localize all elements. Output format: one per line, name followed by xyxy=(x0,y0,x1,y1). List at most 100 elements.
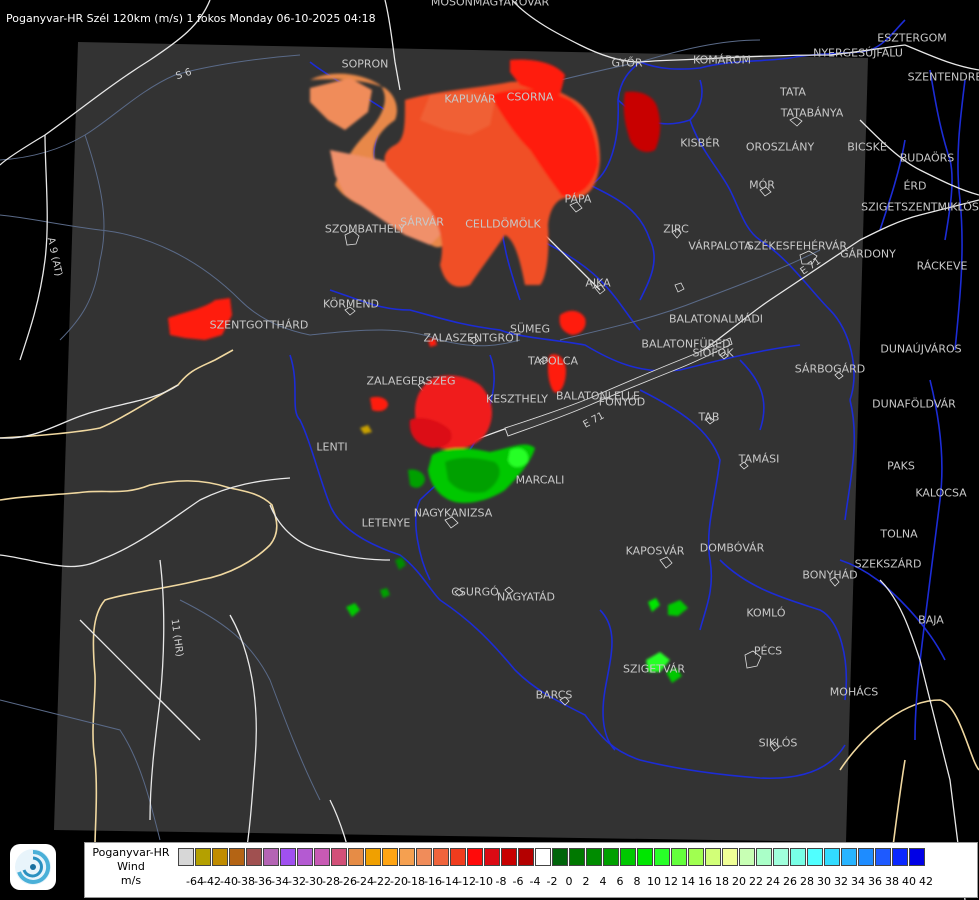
city-label: MOSONMAGYARÓVÁR xyxy=(430,0,550,9)
legend-swatch xyxy=(722,848,738,866)
city-label: BICSKE xyxy=(847,140,887,154)
legend-swatch xyxy=(331,848,347,866)
city-label: SZÉKESFEHÉRVÁR xyxy=(746,239,848,253)
city-label: ÉRD xyxy=(903,179,927,193)
city-label: KÖRMEND xyxy=(322,297,380,311)
city-label: TOLNA xyxy=(880,527,918,541)
legend-tick-label: -34 xyxy=(271,875,289,888)
legend-tick-label: 24 xyxy=(766,875,780,888)
city-label: NAGYATÁD xyxy=(497,590,555,604)
city-label: TAMÁSI xyxy=(738,452,780,466)
city-label: BARCS xyxy=(535,688,573,702)
legend-swatch xyxy=(399,848,415,866)
city-label: GYŐR xyxy=(611,56,643,70)
city-label: BONYHÁD xyxy=(802,568,858,582)
legend-tick-label: -14 xyxy=(441,875,459,888)
legend-tick-label: 16 xyxy=(698,875,712,888)
legend-swatch xyxy=(790,848,806,866)
city-label: AJKA xyxy=(585,276,611,290)
city-label: SÁRVÁR xyxy=(400,215,444,229)
city-label: SZENTENDRE xyxy=(907,70,979,84)
legend-tick-label: 32 xyxy=(834,875,848,888)
legend-tick-label: -16 xyxy=(424,875,442,888)
city-label: SIKLÓS xyxy=(758,736,798,750)
map-title: Poganyvar-HR Szél 120km (m/s) 1 fokos Mo… xyxy=(6,12,376,25)
legend-tick-label: -12 xyxy=(458,875,476,888)
legend-tick-label: 38 xyxy=(885,875,899,888)
legend-swatch xyxy=(195,848,211,866)
legend-unit: m/s xyxy=(120,874,142,887)
city-label: DOMBÓVÁR xyxy=(699,541,765,555)
legend-swatch xyxy=(433,848,449,866)
city-label: MOHÁCS xyxy=(829,685,879,699)
legend-tick-label: 10 xyxy=(647,875,661,888)
legend-tick-label: 30 xyxy=(817,875,831,888)
city-label: TAB xyxy=(698,410,720,424)
legend-swatch xyxy=(450,848,466,866)
legend-swatch xyxy=(603,848,619,866)
legend-tick-label: -4 xyxy=(529,875,541,888)
legend-tick-label: -28 xyxy=(322,875,340,888)
legend-radar-name: Poganyvar-HR xyxy=(92,846,170,859)
city-label: PAKS xyxy=(887,459,915,473)
legend-tick-label: 20 xyxy=(732,875,746,888)
city-label: TATA xyxy=(780,85,806,99)
legend-title: Poganyvar-HR Wind m/s xyxy=(86,846,176,888)
legend-swatch xyxy=(314,848,330,866)
city-label: KAPOSVÁR xyxy=(625,544,685,558)
legend-tick-label: -2 xyxy=(546,875,558,888)
city-label: LENTI xyxy=(316,440,348,454)
legend-swatch xyxy=(229,848,245,866)
legend-tick-label: -36 xyxy=(254,875,272,888)
legend-swatch xyxy=(773,848,789,866)
city-label: ESZTERGOM xyxy=(877,31,947,45)
legend-swatch xyxy=(654,848,670,866)
city-label: KISBÉR xyxy=(680,136,720,150)
legend-tick-label: 14 xyxy=(681,875,695,888)
legend-swatch xyxy=(348,848,364,866)
legend-swatch xyxy=(365,848,381,866)
city-label: SZIGETSZENTMIKLÓS xyxy=(861,200,979,214)
city-label: ZIRC xyxy=(663,222,689,236)
legend-swatch xyxy=(484,848,500,866)
legend-tick-label: -26 xyxy=(339,875,357,888)
legend-swatch xyxy=(688,848,704,866)
legend-tick-label: 26 xyxy=(783,875,797,888)
legend-tick-label: 0 xyxy=(565,875,573,888)
legend-tick-label: 36 xyxy=(868,875,882,888)
legend-swatch xyxy=(518,848,534,866)
legend-swatch xyxy=(382,848,398,866)
legend-tick-label: -18 xyxy=(407,875,425,888)
city-label: SIÓFOK xyxy=(692,346,734,360)
city-label: BALATONALMÁDI xyxy=(668,312,764,326)
legend-tick-label: -24 xyxy=(356,875,374,888)
city-label: SÁRBOGÁRD xyxy=(794,362,866,376)
legend-swatch xyxy=(416,848,432,866)
city-label: GÁRDONY xyxy=(840,247,896,261)
city-label: CSORNA xyxy=(506,90,554,104)
city-label: SZIGETVÁR xyxy=(623,662,685,676)
city-label: ZALAEGERSZEG xyxy=(366,374,456,388)
legend-swatch xyxy=(246,848,262,866)
legend-swatch xyxy=(824,848,840,866)
legend-swatch xyxy=(212,848,228,866)
legend-tick-label: 18 xyxy=(715,875,729,888)
city-label: SZEKSZÁRD xyxy=(854,557,922,571)
city-label: VÁRPALOTA xyxy=(688,239,752,253)
legend-swatch xyxy=(858,848,874,866)
legend-tick-label: -64 xyxy=(186,875,204,888)
city-label: FONYÓD xyxy=(598,395,646,409)
city-label: MÓR xyxy=(749,178,775,192)
legend-tick-label: 22 xyxy=(749,875,763,888)
radar-logo xyxy=(10,844,56,890)
city-label: PÁPA xyxy=(564,192,592,206)
city-label: NYERGESÚJFALU xyxy=(813,46,903,60)
legend-tick-label: -32 xyxy=(288,875,306,888)
city-label: CELLDÖMÖLK xyxy=(465,217,541,231)
legend-swatch xyxy=(280,848,296,866)
city-label: RÁCKEVE xyxy=(916,259,968,273)
city-label: KOMÁROM xyxy=(692,53,752,67)
legend-tick-label: -20 xyxy=(390,875,408,888)
city-label: MARCALI xyxy=(515,473,565,487)
legend-swatch xyxy=(756,848,772,866)
